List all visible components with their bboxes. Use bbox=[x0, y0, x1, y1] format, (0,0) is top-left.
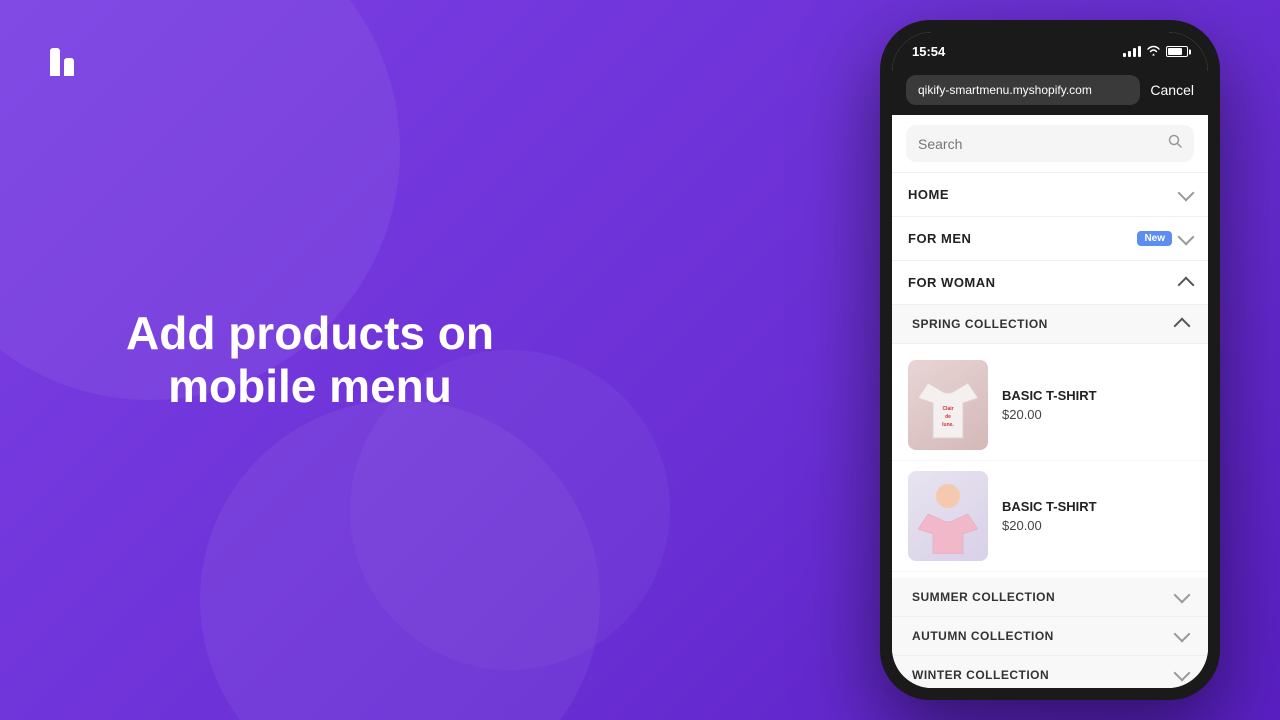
menu-item-right-for-men: New bbox=[1137, 231, 1192, 246]
url-bar[interactable]: qikify-smartmenu.myshopify.com bbox=[906, 75, 1140, 105]
sub-menu-item-label-spring: SPRING COLLECTION bbox=[912, 317, 1176, 331]
svg-text:de: de bbox=[945, 414, 951, 420]
search-icon bbox=[1168, 134, 1182, 153]
svg-text:Clair: Clair bbox=[942, 406, 953, 412]
product-image-2 bbox=[908, 471, 988, 561]
product-price-2: $20.00 bbox=[1002, 518, 1192, 533]
products-list-spring: Clair de lune. BASIC T-SHIRT $20.00 bbox=[892, 344, 1208, 578]
menu-item-label-for-men: FOR MEN bbox=[908, 231, 1137, 246]
search-bar bbox=[892, 115, 1208, 173]
new-badge: New bbox=[1137, 231, 1172, 246]
logo-bar-left bbox=[50, 48, 60, 76]
chevron-down-icon-for-men bbox=[1178, 228, 1195, 245]
sub-menu-item-label-summer: SUMMER COLLECTION bbox=[912, 590, 1176, 604]
status-icons bbox=[1123, 45, 1188, 59]
status-time: 15:54 bbox=[912, 44, 945, 59]
search-input[interactable] bbox=[918, 136, 1160, 152]
menu-item-for-woman[interactable]: FOR WOMAN bbox=[892, 261, 1208, 305]
sub-menu-item-spring[interactable]: SPRING COLLECTION bbox=[892, 305, 1208, 344]
logo bbox=[40, 32, 84, 76]
battery-icon bbox=[1166, 46, 1188, 57]
menu-item-label-home: HOME bbox=[908, 187, 1180, 202]
menu-item-home[interactable]: HOME bbox=[892, 173, 1208, 217]
product-item-1[interactable]: Clair de lune. BASIC T-SHIRT $20.00 bbox=[892, 350, 1208, 461]
phone-notch bbox=[990, 32, 1110, 56]
menu-item-right-for-woman bbox=[1180, 279, 1192, 287]
phone-frame: 15:54 bbox=[880, 20, 1220, 700]
chevron-down-icon-autumn bbox=[1174, 626, 1191, 643]
product-info-2: BASIC T-SHIRT $20.00 bbox=[1002, 499, 1192, 533]
sub-menu-item-autumn[interactable]: AUTUMN COLLECTION bbox=[892, 617, 1208, 656]
tshirt-svg-1: Clair de lune. bbox=[918, 368, 978, 443]
sub-menu-item-winter[interactable]: WINTER COLLECTION bbox=[892, 656, 1208, 688]
logo-bar-right bbox=[64, 58, 74, 76]
sub-menu-for-woman: SPRING COLLECTION bbox=[892, 305, 1208, 688]
product-name-2: BASIC T-SHIRT bbox=[1002, 499, 1192, 514]
sub-menu-item-label-winter: WINTER COLLECTION bbox=[912, 668, 1176, 682]
logo-icon bbox=[40, 32, 84, 76]
signal-icon bbox=[1123, 46, 1141, 57]
product-info-1: BASIC T-SHIRT $20.00 bbox=[1002, 388, 1192, 422]
headline-text: Add products on mobile menu bbox=[100, 307, 520, 413]
chevron-up-icon-spring bbox=[1174, 318, 1191, 335]
tshirt-svg-2 bbox=[918, 479, 978, 554]
product-name-1: BASIC T-SHIRT bbox=[1002, 388, 1192, 403]
menu-item-for-men[interactable]: FOR MEN New bbox=[892, 217, 1208, 261]
url-bar-area: qikify-smartmenu.myshopify.com Cancel bbox=[892, 67, 1208, 115]
headline: Add products on mobile menu bbox=[100, 307, 520, 413]
wifi-icon bbox=[1146, 45, 1161, 59]
svg-text:lune.: lune. bbox=[942, 422, 954, 428]
chevron-down-icon-winter bbox=[1174, 665, 1191, 682]
phone-screen: 15:54 bbox=[892, 32, 1208, 688]
sub-menu-item-label-autumn: AUTUMN COLLECTION bbox=[912, 629, 1176, 643]
chevron-down-icon-summer bbox=[1174, 587, 1191, 604]
chevron-up-icon-for-woman bbox=[1178, 276, 1195, 293]
sub-menu-item-summer[interactable]: SUMMER COLLECTION bbox=[892, 578, 1208, 617]
search-input-container[interactable] bbox=[906, 125, 1194, 162]
menu-item-label-for-woman: FOR WOMAN bbox=[908, 275, 1180, 290]
phone-mockup: 15:54 bbox=[880, 20, 1220, 700]
product-price-1: $20.00 bbox=[1002, 407, 1192, 422]
menu-item-right-home bbox=[1180, 191, 1192, 199]
product-image-1: Clair de lune. bbox=[908, 360, 988, 450]
menu-content: HOME FOR MEN New FOR WOMAN bbox=[892, 115, 1208, 688]
product-item-2[interactable]: BASIC T-SHIRT $20.00 bbox=[892, 461, 1208, 572]
cancel-button[interactable]: Cancel bbox=[1150, 82, 1194, 98]
chevron-down-icon-home bbox=[1178, 184, 1195, 201]
